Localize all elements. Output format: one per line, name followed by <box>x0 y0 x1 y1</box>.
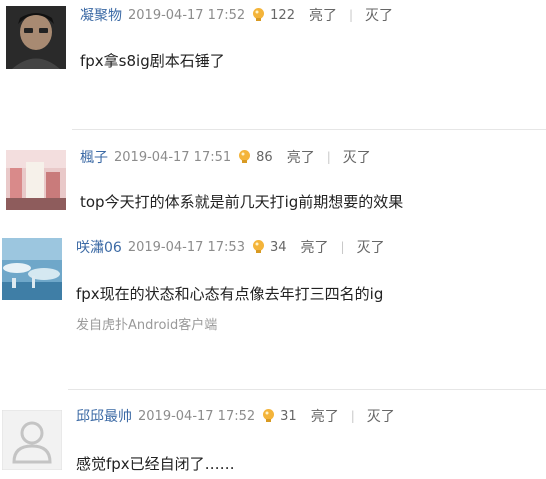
username[interactable]: 楓子 <box>80 147 108 167</box>
avatar[interactable] <box>6 150 66 210</box>
separator: | <box>348 8 354 22</box>
like-button[interactable]: 亮了 <box>309 5 337 25</box>
avatar[interactable] <box>2 410 62 470</box>
like-button[interactable]: 亮了 <box>311 406 339 426</box>
comment-item: 邱邱最帅 2019-04-17 17:52 31 亮了 | 灭了 感觉fpx已经… <box>0 390 546 479</box>
like-count: 122 <box>270 7 295 23</box>
timestamp: 2019-04-17 17:52 <box>128 7 246 23</box>
username[interactable]: 咲瀟06 <box>76 237 122 257</box>
like-count: 86 <box>256 149 273 165</box>
lightbulb-icon <box>239 150 251 163</box>
comment-item: 咲瀟06 2019-04-17 17:53 34 亮了 | 灭了 fpx现在的状… <box>0 230 546 390</box>
timestamp: 2019-04-17 17:52 <box>138 408 256 424</box>
separator: | <box>326 150 331 164</box>
avatar[interactable] <box>2 238 62 300</box>
username[interactable]: 凝聚物 <box>80 5 122 25</box>
like-count: 31 <box>280 408 297 424</box>
dislike-button[interactable]: 灭了 <box>343 147 371 167</box>
lightbulb-icon <box>252 240 264 253</box>
avatar[interactable] <box>6 6 66 69</box>
lightbulb-icon <box>253 8 265 21</box>
comment-text: fpx拿s8ig剧本石锤了 <box>80 52 225 70</box>
like-count: 34 <box>269 239 287 255</box>
dislike-button[interactable]: 灭了 <box>365 5 393 25</box>
timestamp: 2019-04-17 17:53 <box>127 239 245 255</box>
dislike-button[interactable]: 灭了 <box>357 237 385 257</box>
client-source: 发自虎扑Android客户端 <box>76 318 218 333</box>
dislike-button[interactable]: 灭了 <box>367 406 395 426</box>
lightbulb-icon <box>263 409 275 422</box>
like-button[interactable]: 亮了 <box>287 147 315 167</box>
comment-item: 凝聚物 2019-04-17 17:52 122 亮了 | 灭了 fpx拿s8i… <box>0 0 546 130</box>
comment-item: 楓子 2019-04-17 17:51 86 亮了 | 灭了 top今天打的体系… <box>0 130 546 230</box>
comment-text: top今天打的体系就是前几天打ig前期想要的效果 <box>80 193 404 211</box>
like-button[interactable]: 亮了 <box>301 237 329 257</box>
separator: | <box>340 240 345 254</box>
separator: | <box>350 409 355 423</box>
comment-text: fpx现在的状态和心态有点像去年打三四名的ig <box>76 285 384 303</box>
username[interactable]: 邱邱最帅 <box>76 406 132 426</box>
comment-text: 感觉fpx已经自闭了…… <box>76 455 235 473</box>
timestamp: 2019-04-17 17:51 <box>114 149 232 165</box>
